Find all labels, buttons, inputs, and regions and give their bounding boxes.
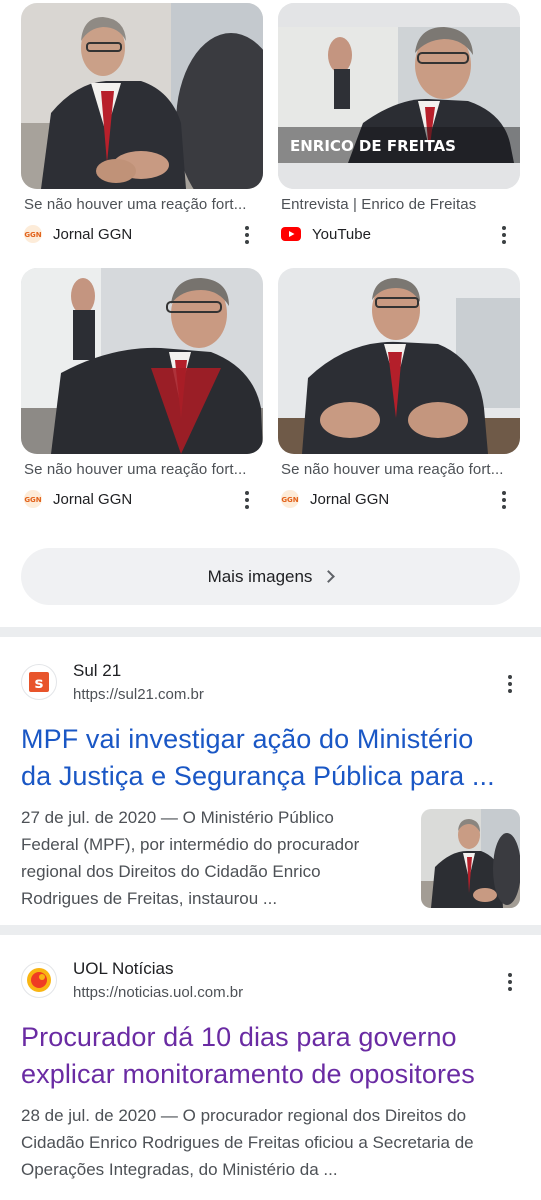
more-options-icon[interactable] xyxy=(500,969,520,995)
image-source[interactable]: GGN Jornal GGN xyxy=(281,486,389,512)
snippet-line: regional dos Direitos do Cidadão Enrico xyxy=(21,862,321,881)
image-thumbnail[interactable] xyxy=(21,268,263,454)
sul21-logo-icon[interactable]: s xyxy=(21,664,57,700)
image-thumbnail[interactable] xyxy=(278,268,520,454)
snippet-line: 28 de jul. de 2020 — O procurador region… xyxy=(21,1106,467,1125)
video-overlay-title: ENRICO DE FREITAS xyxy=(290,137,456,155)
ggn-logo-icon: GGN xyxy=(24,225,42,243)
image-card[interactable]: ENRICO DE FREITAS Entrevista | Enrico de… xyxy=(278,3,520,244)
youtube-logo-icon xyxy=(281,227,301,241)
result-thumbnail[interactable] xyxy=(421,809,520,908)
image-source-name: Jornal GGN xyxy=(53,490,133,508)
image-source-name: Jornal GGN xyxy=(53,225,133,243)
ggn-logo-icon: GGN xyxy=(281,490,299,508)
image-source[interactable]: YouTube xyxy=(281,221,371,247)
result-site-name[interactable]: UOL Notícias xyxy=(73,959,173,979)
section-divider xyxy=(0,627,541,637)
more-options-icon[interactable] xyxy=(237,222,257,248)
uol-logo-icon[interactable] xyxy=(21,962,57,998)
result-title-line: MPF vai investigar ação do Ministério xyxy=(21,724,474,754)
result-snippet: 27 de jul. de 2020 — O Ministério Públic… xyxy=(21,804,411,912)
image-caption[interactable]: Entrevista | Enrico de Freitas xyxy=(281,196,515,213)
result-title-line: Procurador dá 10 dias para governo xyxy=(21,1022,457,1052)
image-source[interactable]: GGN Jornal GGN xyxy=(24,221,132,247)
image-source-name: Jornal GGN xyxy=(310,490,390,508)
image-card[interactable]: Se não houver uma reação fort... GGN Jor… xyxy=(21,3,263,244)
snippet-line: Cidadão Enrico Rodrigues de Freitas ofic… xyxy=(21,1133,474,1152)
result-site-url[interactable]: https://sul21.com.br xyxy=(73,686,204,703)
more-images-button[interactable]: Mais imagens xyxy=(21,548,520,605)
search-result: UOL Notícias https://noticias.uol.com.br… xyxy=(0,935,541,1200)
snippet-line: Operações Integradas, do Ministério da .… xyxy=(21,1160,338,1179)
result-title-link[interactable]: MPF vai investigar ação do Ministério da… xyxy=(21,721,526,795)
more-options-icon[interactable] xyxy=(494,222,514,248)
image-source-name: YouTube xyxy=(312,225,371,243)
result-site-url[interactable]: https://noticias.uol.com.br xyxy=(73,984,243,1001)
image-caption[interactable]: Se não houver uma reação fort... xyxy=(24,196,258,213)
svg-text:GGN: GGN xyxy=(24,496,41,504)
more-options-icon[interactable] xyxy=(237,487,257,513)
search-result: s Sul 21 https://sul21.com.br MPF vai in… xyxy=(0,637,541,925)
snippet-line: Rodrigues de Freitas, instaurou ... xyxy=(21,889,278,908)
result-title-link[interactable]: Procurador dá 10 dias para governo expli… xyxy=(21,1019,526,1093)
chevron-right-icon xyxy=(322,570,336,583)
ggn-logo-icon: GGN xyxy=(24,490,42,508)
svg-text:GGN: GGN xyxy=(24,231,41,239)
more-images-label: Mais imagens xyxy=(207,566,313,586)
image-thumbnail[interactable]: ENRICO DE FREITAS xyxy=(278,3,520,189)
more-options-icon[interactable] xyxy=(500,671,520,697)
snippet-line: Federal (MPF), por intermédio do procura… xyxy=(21,835,360,854)
image-caption[interactable]: Se não houver uma reação fort... xyxy=(281,461,515,478)
more-options-icon[interactable] xyxy=(494,487,514,513)
svg-text:s: s xyxy=(35,674,44,692)
image-card[interactable]: Se não houver uma reação fort... GGN Jor… xyxy=(21,268,263,509)
result-site-name[interactable]: Sul 21 xyxy=(73,661,121,681)
section-divider xyxy=(0,925,541,935)
image-thumbnail[interactable] xyxy=(21,3,263,189)
image-caption[interactable]: Se não houver uma reação fort... xyxy=(24,461,258,478)
image-card[interactable]: Se não houver uma reação fort... GGN Jor… xyxy=(278,268,520,509)
image-source[interactable]: GGN Jornal GGN xyxy=(24,486,132,512)
result-title-line: explicar monitoramento de opositores xyxy=(21,1059,475,1089)
result-title-line: da Justiça e Segurança Pública para ... xyxy=(21,761,495,791)
svg-text:GGN: GGN xyxy=(281,496,298,504)
result-snippet: 28 de jul. de 2020 — O procurador region… xyxy=(21,1102,526,1183)
snippet-line: 27 de jul. de 2020 — O Ministério Públic… xyxy=(21,808,334,827)
